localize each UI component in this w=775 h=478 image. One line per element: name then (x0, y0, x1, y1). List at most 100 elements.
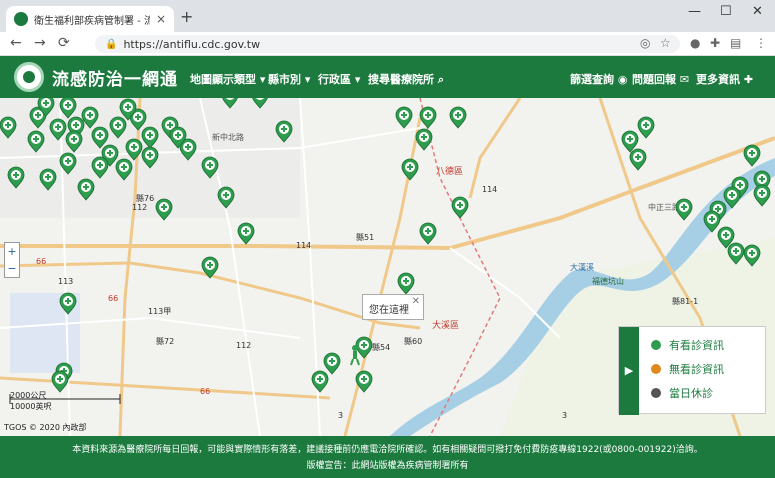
clinic-pin[interactable] (415, 128, 433, 151)
clinic-pin[interactable] (675, 198, 693, 221)
svg-text:114: 114 (296, 241, 311, 250)
back-button[interactable]: ← (10, 35, 22, 51)
cdc-logo-icon[interactable] (14, 62, 44, 92)
browser-tab[interactable]: 衛生福利部疾病管制署 - 流感防治一網通 × (6, 6, 174, 32)
svg-text:新中北路: 新中北路 (212, 132, 244, 142)
tab-title: 衛生福利部疾病管制署 - 流感防治一網通 (34, 15, 150, 27)
svg-text:縣72: 縣72 (156, 336, 174, 346)
legend-orange-pin-icon (651, 364, 661, 374)
media-icon[interactable]: ▤ (730, 36, 741, 50)
clinic-pin[interactable] (355, 336, 373, 359)
lock-icon: 🔒 (105, 38, 118, 50)
browser-tab-bar: 衛生福利部疾病管制署 - 流感防治一網通 × + — ☐ ✕ (0, 0, 775, 32)
nav-map-type[interactable]: 地圖顯示類型 ▾ (190, 71, 265, 87)
svg-text:縣81-1: 縣81-1 (672, 296, 698, 306)
legend-item-open[interactable]: 有看診資訊 (651, 337, 724, 353)
svg-text:113: 113 (58, 277, 73, 286)
new-tab-button[interactable]: + (180, 7, 193, 26)
close-window-button[interactable]: ✕ (752, 4, 763, 19)
clinic-pin[interactable] (397, 272, 415, 295)
svg-text:福德坑山: 福德坑山 (592, 276, 624, 286)
extensions-icon[interactable]: ✚ (710, 36, 720, 50)
legend-green-pin-icon (651, 340, 661, 350)
globe-icon: ◉ (617, 73, 628, 86)
nav-more[interactable]: 更多資訊 ✚ (696, 71, 753, 87)
nav-search-clinic[interactable]: 搜尋醫療院所 ⌕ (368, 71, 444, 87)
svg-text:66: 66 (36, 257, 46, 266)
minimize-button[interactable]: — (688, 4, 701, 19)
clinic-pin[interactable] (743, 144, 761, 167)
footer: 本資料來源為醫療院所每日回報，可能與實際情形有落差，建議接種前仍應電洽院所確認。… (0, 436, 775, 478)
clinic-pin[interactable] (753, 184, 771, 207)
tab-close-icon[interactable]: × (156, 12, 166, 26)
svg-text:114: 114 (482, 185, 497, 194)
nav-more-label: 更多資訊 (696, 73, 740, 86)
nav-filter-label: 篩選查詢 (570, 73, 614, 86)
nav-filter[interactable]: 篩選查詢 ◉ (570, 71, 627, 87)
search-icon: ⌕ (437, 73, 445, 86)
bookmark-star-icon[interactable]: ☆ (660, 36, 671, 50)
site-favicon-icon (14, 12, 28, 26)
popup-text: 您在這裡 (369, 305, 409, 316)
zoom-control: + − (4, 242, 20, 278)
footer-disclaimer: 本資料來源為醫療院所每日回報，可能與實際情形有落差，建議接種前仍應電洽院所確認。… (72, 445, 703, 455)
clinic-pin[interactable] (311, 370, 329, 393)
svg-text:66: 66 (108, 294, 118, 303)
location-popup: 您在這裡 ✕ (362, 294, 424, 320)
legend-gray-pin-icon (651, 388, 661, 398)
mail-icon: ✉ (679, 73, 690, 86)
label-daxi: 大溪區 (432, 319, 459, 331)
clinic-pin[interactable] (401, 158, 419, 181)
clinic-pin[interactable] (451, 196, 469, 219)
svg-text:3: 3 (338, 411, 343, 420)
legend-item-no-info[interactable]: 無看診資訊 (651, 361, 724, 377)
map-canvas[interactable]: 八德區 大溪區 114 114 112 112 113 113甲 66 66 6… (0, 98, 775, 436)
zoom-out-button[interactable]: − (5, 260, 19, 277)
clinic-pin[interactable] (237, 222, 255, 245)
clinic-pin[interactable] (51, 370, 69, 393)
label-bade: 八德區 (436, 165, 463, 177)
clinic-pin[interactable] (323, 352, 341, 375)
nav-district[interactable]: 行政區 ▾ (318, 71, 360, 87)
maximize-button[interactable]: ☐ (720, 4, 732, 19)
url-text: https://antiflu.cdc.gov.tw (123, 37, 261, 51)
clinic-pin[interactable] (419, 222, 437, 245)
svg-text:中正三路: 中正三路 (648, 202, 680, 212)
nav-search-label: 搜尋醫療院所 (368, 73, 434, 86)
legend-item-closed[interactable]: 當日休診 (651, 385, 713, 401)
popup-close-icon[interactable]: ✕ (412, 296, 420, 307)
svg-text:66: 66 (200, 387, 210, 396)
svg-text:縣51: 縣51 (356, 232, 374, 242)
svg-text:縣76: 縣76 (136, 193, 154, 203)
mic-icon[interactable]: ● (690, 36, 700, 50)
reload-button[interactable]: ⟳ (58, 35, 70, 51)
zoom-in-button[interactable]: + (5, 243, 19, 260)
legend-toggle-icon[interactable]: ▶ (619, 327, 639, 415)
clinic-pin[interactable] (449, 106, 467, 129)
forward-button[interactable]: → (34, 35, 46, 51)
svg-text:3: 3 (562, 411, 567, 420)
person-location-icon (350, 345, 360, 366)
svg-text:大漢溪: 大漢溪 (570, 262, 594, 272)
url-field[interactable]: 🔒 https://antiflu.cdc.gov.tw (95, 35, 680, 53)
scale-feet: 10000英呎 (10, 402, 52, 411)
svg-text:112: 112 (236, 341, 251, 350)
browser-menu-icon[interactable]: ⋮ (755, 36, 767, 50)
nav-county[interactable]: 縣市別 ▾ (268, 71, 310, 87)
clinic-pin[interactable] (637, 116, 655, 139)
clinic-pin[interactable] (629, 148, 647, 171)
scale-bar: 2000公尺 10000英呎 (10, 390, 51, 412)
clinic-pin[interactable] (395, 106, 413, 129)
svg-text:縣60: 縣60 (404, 336, 422, 346)
plus-icon: ✚ (743, 73, 754, 86)
svg-text:112: 112 (132, 203, 147, 212)
clinic-pin[interactable] (621, 130, 639, 153)
location-icon[interactable]: ◎ (640, 36, 650, 50)
svg-text:113甲: 113甲 (148, 307, 171, 316)
map-attribution: TGOS © 2020 內政部 (4, 423, 87, 432)
nav-report-label: 問題回報 (632, 73, 676, 86)
nav-report[interactable]: 問題回報 ✉ (632, 71, 689, 87)
legend-panel: ▶ 有看診資訊 無看診資訊 當日休診 (618, 326, 766, 415)
site-title[interactable]: 流感防治一網通 (52, 65, 178, 90)
clinic-pin[interactable] (419, 106, 437, 129)
